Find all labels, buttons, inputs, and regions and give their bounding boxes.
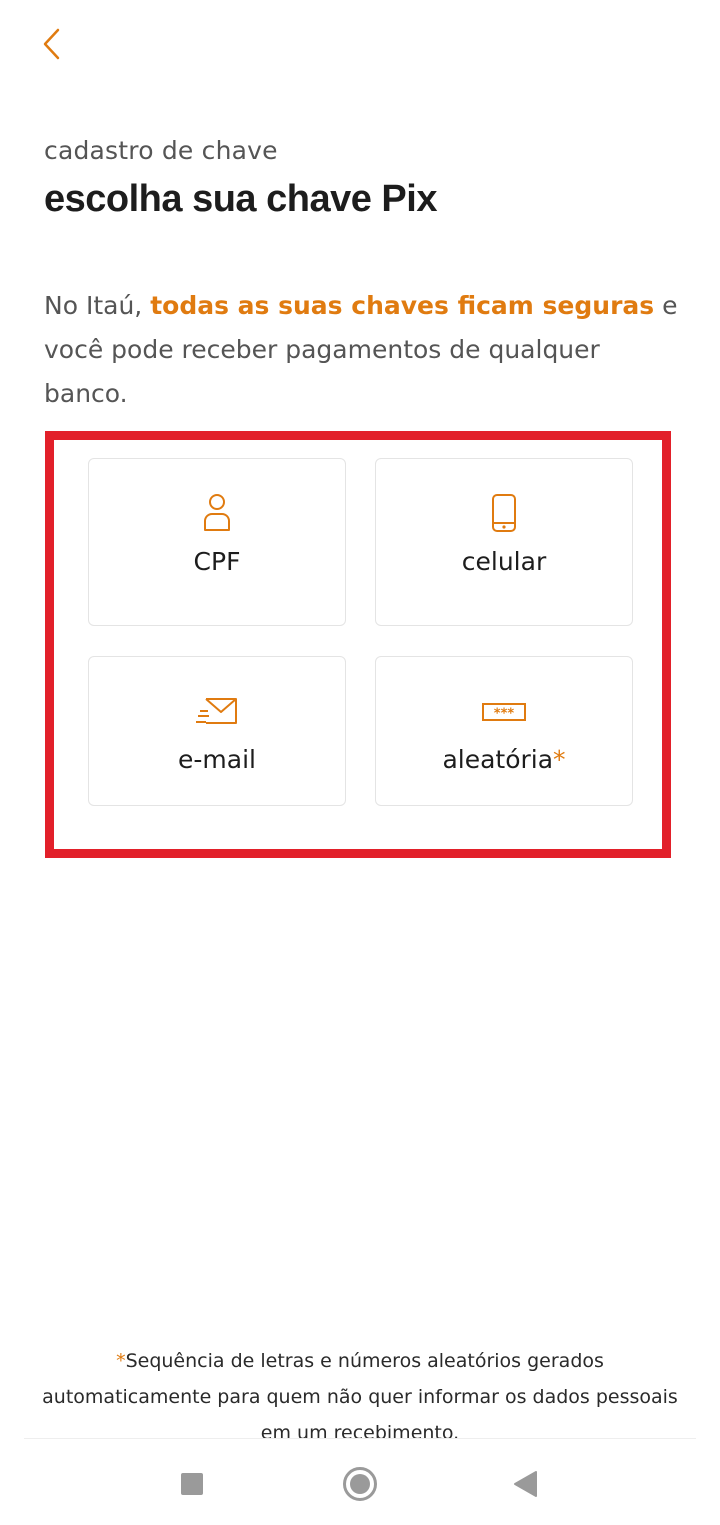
home-button[interactable] [335,1459,385,1509]
option-aleatoria-label: aleatória* [376,745,632,774]
option-aleatoria-card[interactable]: *** aleatória* [375,656,633,806]
option-email-label: e-mail [178,745,256,774]
person-icon [202,493,232,533]
back-button[interactable] [30,22,74,66]
description-prefix: No Itaú, [44,291,151,320]
password-field-icon: *** [482,703,526,721]
page-subtitle: cadastro de chave [44,136,278,165]
page-title: escolha sua chave Pix [44,178,437,220]
square-icon [181,1473,203,1495]
recents-button[interactable] [167,1459,217,1509]
envelope-icon [196,697,238,725]
circle-home-icon [343,1467,377,1501]
option-cpf-card[interactable]: CPF [88,458,346,626]
system-back-button[interactable] [500,1459,550,1509]
description-highlight: todas as suas chaves ficam seguras [150,291,655,320]
triangle-back-icon [514,1471,537,1497]
option-aleatoria-text: aleatória [442,745,554,774]
option-aleatoria-asterisk: * [553,745,566,774]
footnote-asterisk: * [116,1350,126,1372]
footnote: *Sequência de letras e números aleatório… [40,1343,680,1439]
option-celular-card[interactable]: celular [375,458,633,626]
footnote-text: Sequência de letras e números aleatórios… [42,1350,678,1439]
system-nav-bar [0,1439,720,1525]
option-email-card[interactable]: e-mail [88,656,346,806]
description-text: No Itaú, todas as suas chaves ficam segu… [44,284,684,416]
option-cpf-label: CPF [193,547,241,576]
phone-icon [491,493,517,533]
chevron-left-icon [43,28,60,60]
svg-text:***: *** [494,707,515,722]
option-celular-label: celular [461,547,547,576]
